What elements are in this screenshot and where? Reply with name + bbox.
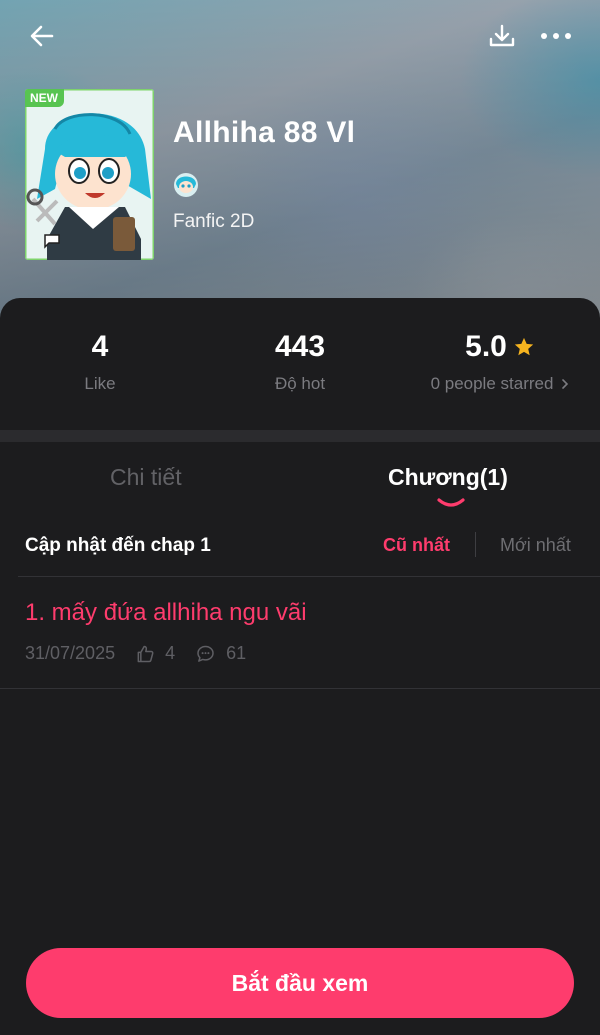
comic-title: Allhiha 88 Vl	[173, 116, 356, 149]
chapter-date: 31/07/2025	[25, 643, 116, 663]
arrow-left-icon	[30, 25, 54, 47]
cover-illustration	[25, 89, 154, 260]
back-button[interactable]	[20, 14, 64, 58]
rating-value: 5.0	[465, 330, 507, 363]
list-divider	[0, 688, 600, 689]
chapter-meta: 31/07/2025 4 61	[25, 643, 246, 664]
comic-cover: NEW	[25, 89, 154, 260]
sort-oldest-button[interactable]: Cũ nhất	[383, 535, 450, 556]
tab-chapters[interactable]: Chương(1)	[388, 464, 508, 491]
update-status: Cập nhật đến chap 1	[25, 535, 211, 556]
comment-icon	[197, 645, 214, 662]
sort-newest-button[interactable]: Mới nhất	[500, 535, 571, 556]
thumbs-up-icon	[137, 645, 154, 662]
hot-label: Độ hot	[274, 374, 326, 393]
detail-sheet: 4 Like 443 Độ hot 5.0 0 people starred C…	[0, 298, 600, 1035]
likes-label: Like	[84, 374, 116, 393]
hot-value: 443	[274, 330, 326, 363]
chapter-likes: 4	[165, 643, 176, 663]
start-reading-button[interactable]: Bắt đầu xem	[26, 948, 574, 1018]
more-button[interactable]	[534, 14, 578, 58]
chapter-comments: 61	[226, 643, 247, 663]
new-badge: NEW	[25, 89, 64, 107]
tab-details[interactable]: Chi tiết	[110, 464, 182, 491]
star-icon	[514, 337, 534, 356]
rating-label: 0 people starred	[430, 374, 554, 393]
rating-stat[interactable]: 5.0 0 people starred	[410, 328, 590, 394]
download-button[interactable]	[480, 14, 524, 58]
avatar-image	[174, 173, 198, 197]
section-divider	[0, 430, 600, 442]
list-divider	[18, 576, 600, 577]
author-avatar[interactable]	[173, 172, 199, 198]
comic-genre: Fanfic 2D	[173, 211, 255, 232]
chevron-right-icon	[562, 379, 569, 389]
tab-active-indicator	[437, 498, 465, 507]
sort-separator	[475, 532, 476, 557]
likes-value: 4	[91, 330, 109, 363]
more-horizontal-icon	[541, 33, 571, 39]
likes-stat: 4 Like	[50, 328, 150, 394]
hot-stat: 443 Độ hot	[240, 328, 360, 394]
chapter-title[interactable]: 1. mấy đứa allhiha ngu vãi	[25, 599, 307, 627]
top-bar	[0, 14, 600, 58]
download-icon	[489, 24, 515, 47]
